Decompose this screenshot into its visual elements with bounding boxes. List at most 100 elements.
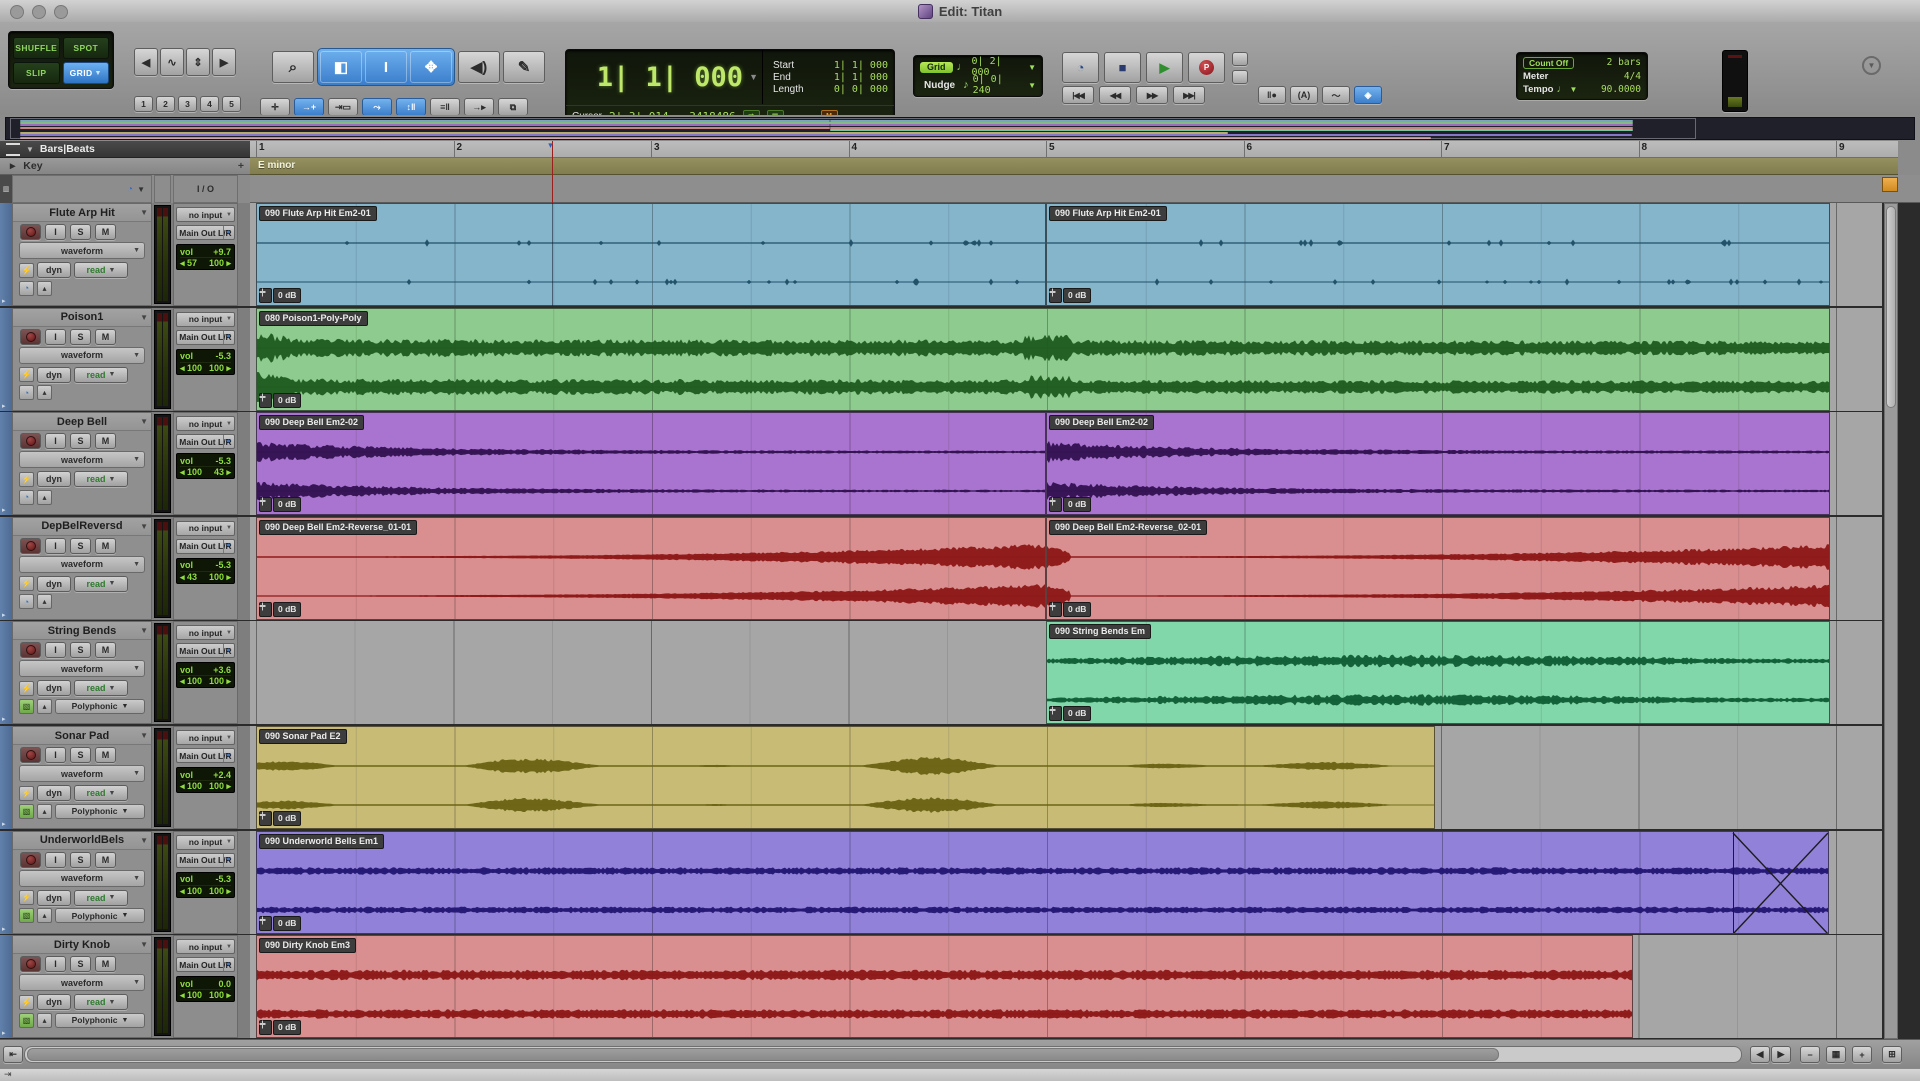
freeze-icon[interactable]: ▴: [37, 281, 52, 296]
track-view-selector[interactable]: waveform▼: [19, 242, 145, 259]
track-color-strip[interactable]: ▸: [0, 517, 12, 620]
fast-forward-button[interactable]: ▶▶: [1136, 86, 1168, 104]
output-selector[interactable]: Main Out L/R⌖: [176, 957, 235, 972]
volume-pan-display[interactable]: vol+3.6 ◂ 100100 ▸: [176, 662, 235, 688]
online-button[interactable]: ◔: [1062, 52, 1099, 83]
track-menu-chevron[interactable]: ▼: [140, 940, 148, 949]
elastic-audio-icon[interactable]: ⚡: [19, 890, 34, 905]
timebase-icon[interactable]: ◔: [19, 490, 34, 505]
zoom-grid-button[interactable]: ▦: [1826, 1046, 1846, 1063]
conductor-button[interactable]: ◈: [1354, 86, 1382, 104]
record-enable-button[interactable]: [20, 538, 41, 554]
record-enable-button[interactable]: [20, 433, 41, 449]
track-name[interactable]: String Bends: [48, 625, 116, 637]
scroll-home-button[interactable]: ⇤: [3, 1046, 23, 1063]
clip-gain-badge[interactable]: 0 dB: [1049, 288, 1091, 303]
record-enable-button[interactable]: [20, 224, 41, 240]
automation-mode-button[interactable]: read▼: [74, 367, 128, 383]
mute-button[interactable]: M: [95, 329, 116, 345]
clip-gain-badge[interactable]: 0 dB: [259, 288, 301, 303]
vertical-scrollbar[interactable]: [1884, 203, 1898, 1039]
record-enable-button[interactable]: [20, 642, 41, 658]
bars-timeline[interactable]: 123456789: [250, 141, 1898, 158]
track-name-row[interactable]: Deep Bell ▼: [13, 413, 151, 431]
track-name-row[interactable]: Poison1 ▼: [13, 309, 151, 327]
horizontal-scroll-thumb[interactable]: [27, 1048, 1499, 1061]
volume-pan-display[interactable]: vol-5.3 ◂ 100100 ▸: [176, 349, 235, 375]
go-to-end-button[interactable]: ▶▶|: [1173, 86, 1205, 104]
scroll-left-button[interactable]: ◀: [1750, 1046, 1770, 1063]
zoom-updown-icon[interactable]: ⇕: [186, 48, 210, 76]
input-monitor-button[interactable]: I: [45, 852, 66, 868]
automation-mode-button[interactable]: read▼: [74, 576, 128, 592]
zoom-preset-1[interactable]: 1: [134, 96, 153, 112]
track-collapse-arrow[interactable]: ▸: [2, 611, 6, 619]
track-collapse-arrow[interactable]: ▸: [2, 402, 6, 410]
track-lane[interactable]: 090 Sonar Pad E20 dB: [250, 726, 1882, 829]
track-collapse-arrow[interactable]: ▸: [2, 1029, 6, 1037]
track-color-strip[interactable]: ▸: [0, 726, 12, 829]
track-collapse-arrow[interactable]: ▸: [2, 820, 6, 828]
mute-button[interactable]: M: [95, 956, 116, 972]
track-name[interactable]: Flute Arp Hit: [49, 207, 115, 219]
elastic-plugin-selector[interactable]: Polyphonic▼: [55, 1013, 145, 1028]
record-enable-button[interactable]: [20, 747, 41, 763]
track-lane[interactable]: 090 Flute Arp Hit Em2-010 dB090 Flute Ar…: [250, 203, 1882, 306]
track-lane[interactable]: 090 Dirty Knob Em30 dB: [250, 935, 1882, 1038]
dyn-button[interactable]: dyn: [37, 994, 71, 1010]
track-color-strip[interactable]: ▸: [0, 412, 12, 515]
solo-button[interactable]: S: [70, 852, 91, 868]
controls-dropdown-icon[interactable]: ▼: [137, 185, 145, 194]
clip-gain-badge[interactable]: 0 dB: [259, 916, 301, 931]
track-lane[interactable]: 080 Poison1-Poly-Poly0 dB: [250, 308, 1882, 411]
track-color-strip[interactable]: ▸: [0, 203, 12, 306]
audio-clip[interactable]: 090 Deep Bell Em2-020 dB: [256, 412, 1046, 515]
track-menu-chevron[interactable]: ▼: [140, 313, 148, 322]
zoom-tool[interactable]: ⌕: [272, 51, 314, 83]
key-ruler-header[interactable]: ▸ Key +: [0, 158, 250, 175]
input-monitor-button[interactable]: I: [45, 224, 66, 240]
freeze-icon[interactable]: ▴: [37, 1013, 52, 1028]
input-monitor-button[interactable]: I: [45, 433, 66, 449]
clip-name[interactable]: 090 String Bends Em: [1049, 624, 1151, 639]
track-lane[interactable]: 090 Deep Bell Em2-Reverse_01-010 dB090 D…: [250, 517, 1882, 620]
count-off-row[interactable]: Count Off 2 bars: [1523, 56, 1641, 69]
track-view-selector[interactable]: waveform▼: [19, 556, 145, 573]
track-lane[interactable]: 090 Underworld Bells Em10 dB: [250, 831, 1882, 934]
track-name[interactable]: DepBelReversd: [41, 520, 122, 532]
record-button[interactable]: P: [1188, 52, 1225, 83]
track-color-strip[interactable]: ▸: [0, 831, 12, 934]
track-menu-chevron[interactable]: ▼: [140, 208, 148, 217]
timebase-clock-icon[interactable]: ◔: [127, 184, 133, 195]
tempo-curve-button[interactable]: 〜: [1322, 86, 1350, 104]
scrubber-tool[interactable]: ◀): [458, 51, 500, 83]
track-lane[interactable]: 090 String Bends Em0 dB: [250, 621, 1882, 724]
volume-pan-display[interactable]: vol-5.3 ◂ 43100 ▸: [176, 558, 235, 584]
play-button[interactable]: ▶: [1146, 52, 1183, 83]
elastic-plugin-selector[interactable]: Polyphonic▼: [55, 804, 145, 819]
automation-mode-button[interactable]: read▼: [74, 994, 128, 1010]
solo-button[interactable]: S: [70, 956, 91, 972]
mute-button[interactable]: M: [95, 538, 116, 554]
elastic-plugin-icon[interactable]: ▧: [19, 699, 34, 714]
transport-mini-bottom[interactable]: [1232, 70, 1248, 84]
input-selector[interactable]: no input▼: [176, 416, 235, 431]
input-selector[interactable]: no input▼: [176, 521, 235, 536]
trim-tool[interactable]: ◧: [320, 51, 362, 83]
link-timeline-edit[interactable]: ⇥▭: [328, 98, 358, 116]
pre-roll-button[interactable]: ‖●: [1258, 86, 1286, 104]
clip-gain-badge[interactable]: 0 dB: [259, 393, 301, 408]
solo-button[interactable]: S: [70, 329, 91, 345]
track-lane[interactable]: 090 Deep Bell Em2-020 dB090 Deep Bell Em…: [250, 412, 1882, 515]
freeze-icon[interactable]: ▴: [37, 490, 52, 505]
audio-clip[interactable]: 090 String Bends Em0 dB: [1046, 621, 1830, 724]
freeze-icon[interactable]: ▴: [37, 385, 52, 400]
elastic-plugin-icon[interactable]: ▧: [19, 908, 34, 923]
playhead-marker-icon[interactable]: ▾: [548, 140, 553, 151]
input-monitor-button[interactable]: I: [45, 956, 66, 972]
track-view-selector[interactable]: waveform▼: [19, 765, 145, 782]
dyn-button[interactable]: dyn: [37, 576, 71, 592]
audio-clip[interactable]: 090 Dirty Knob Em30 dB: [256, 935, 1633, 1038]
elastic-audio-icon[interactable]: ⚡: [19, 576, 34, 591]
audio-clip[interactable]: 090 Underworld Bells Em10 dB: [256, 831, 1829, 934]
